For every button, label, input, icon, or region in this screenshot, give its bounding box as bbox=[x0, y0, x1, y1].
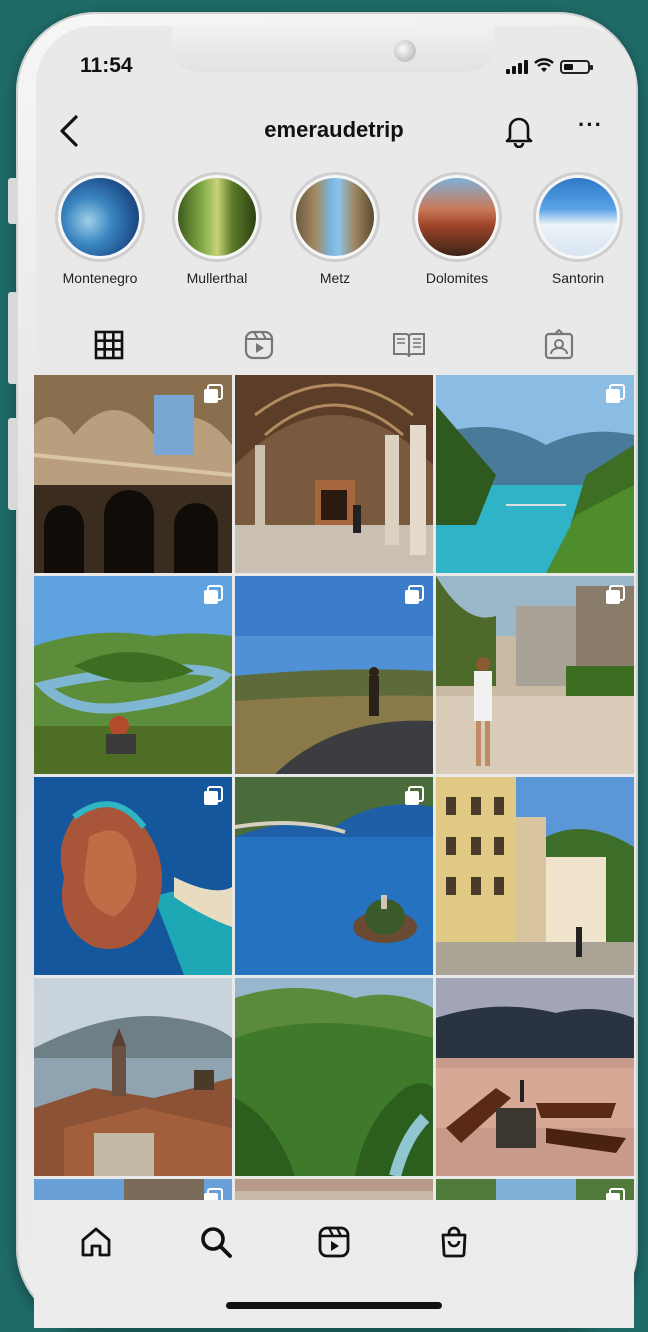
multiple-posts-icon bbox=[606, 384, 625, 403]
highlight-dolomites[interactable]: Dolomites bbox=[407, 172, 507, 286]
profile-username: emeraudetrip bbox=[264, 117, 404, 142]
tab-posts[interactable] bbox=[34, 320, 184, 370]
multiple-posts-icon bbox=[405, 786, 424, 805]
post-river-bend[interactable] bbox=[34, 576, 232, 774]
status-icons bbox=[506, 58, 593, 74]
highlight-label: Santorin bbox=[551, 270, 605, 286]
post-old-town-square[interactable] bbox=[436, 576, 634, 774]
highlight-ring bbox=[412, 172, 502, 262]
tab-reels[interactable] bbox=[184, 320, 334, 370]
post-island-aerial[interactable] bbox=[34, 777, 232, 975]
nav-search[interactable] bbox=[196, 1222, 236, 1262]
highlight-ring bbox=[533, 172, 623, 262]
highlight-ring bbox=[172, 172, 262, 262]
profile-tabs bbox=[34, 320, 634, 370]
post-green-canyon[interactable] bbox=[235, 978, 433, 1176]
more-options-icon[interactable]: ··· bbox=[578, 112, 603, 138]
highlight-label: Mullerthal bbox=[186, 270, 248, 286]
highlight-santorin[interactable]: Santorin bbox=[528, 172, 628, 286]
tab-tagged[interactable] bbox=[484, 320, 634, 370]
highlight-thumbnail bbox=[418, 178, 496, 256]
highlight-metz[interactable]: Metz bbox=[285, 172, 385, 286]
post-image bbox=[34, 777, 232, 975]
post-turquoise-lake[interactable] bbox=[436, 375, 634, 573]
post-bay-islet[interactable] bbox=[235, 777, 433, 975]
highlight-thumbnail bbox=[539, 178, 617, 256]
grid-icon bbox=[94, 330, 124, 360]
highlight-montenegro[interactable]: Montenegro bbox=[50, 172, 150, 286]
highlight-thumbnail bbox=[178, 178, 256, 256]
nav-home[interactable] bbox=[76, 1222, 116, 1262]
home-indicator[interactable] bbox=[226, 1302, 442, 1309]
post-image bbox=[436, 777, 634, 975]
multiple-posts-icon bbox=[204, 384, 223, 403]
post-image bbox=[235, 576, 433, 774]
volume-down-button bbox=[8, 418, 18, 510]
tab-guides[interactable] bbox=[334, 320, 484, 370]
post-image bbox=[235, 978, 433, 1176]
wifi-icon bbox=[534, 58, 554, 72]
post-rooftops-bay[interactable] bbox=[34, 978, 232, 1176]
tagged-icon bbox=[544, 329, 574, 360]
post-image bbox=[34, 576, 232, 774]
camera bbox=[394, 40, 416, 62]
reels-icon bbox=[244, 330, 274, 360]
post-image bbox=[34, 978, 232, 1176]
post-lake-boats[interactable] bbox=[436, 978, 634, 1176]
nav-reels[interactable] bbox=[314, 1222, 354, 1262]
notification-bell-icon[interactable] bbox=[503, 112, 535, 148]
highlight-mullerthal[interactable]: Mullerthal bbox=[167, 172, 267, 286]
highlight-label: Montenegro bbox=[62, 270, 138, 286]
highlight-thumbnail bbox=[61, 178, 139, 256]
multiple-posts-icon bbox=[405, 585, 424, 604]
post-image bbox=[235, 375, 433, 573]
highlight-ring bbox=[290, 172, 380, 262]
post-image bbox=[436, 576, 634, 774]
highlight-label: Dolomites bbox=[425, 270, 489, 286]
posts-grid bbox=[34, 375, 634, 1205]
multiple-posts-icon bbox=[204, 786, 223, 805]
post-image bbox=[235, 777, 433, 975]
post-cathedral-nave[interactable] bbox=[34, 375, 232, 573]
back-icon[interactable] bbox=[56, 114, 82, 148]
highlight-thumbnail bbox=[296, 178, 374, 256]
notch bbox=[172, 26, 494, 72]
shop-icon bbox=[441, 1226, 467, 1258]
nav-shop[interactable] bbox=[434, 1222, 474, 1262]
post-road-walk[interactable] bbox=[235, 576, 433, 774]
home-icon bbox=[81, 1227, 111, 1257]
volume-up-button bbox=[8, 292, 18, 384]
status-time: 11:54 bbox=[80, 54, 133, 77]
silent-switch bbox=[8, 178, 18, 224]
multiple-posts-icon bbox=[606, 585, 625, 604]
highlight-label: Metz bbox=[319, 270, 351, 286]
post-image bbox=[436, 978, 634, 1176]
guides-icon bbox=[393, 333, 425, 358]
post-village-street[interactable] bbox=[436, 777, 634, 975]
post-image bbox=[34, 375, 232, 573]
reels-icon bbox=[318, 1226, 350, 1258]
signal-icon bbox=[506, 60, 528, 74]
multiple-posts-icon bbox=[204, 585, 223, 604]
highlight-ring bbox=[55, 172, 145, 262]
post-arcade-corridor[interactable] bbox=[235, 375, 433, 573]
battery-icon bbox=[560, 60, 593, 74]
post-image bbox=[436, 375, 634, 573]
search-icon bbox=[201, 1227, 232, 1258]
